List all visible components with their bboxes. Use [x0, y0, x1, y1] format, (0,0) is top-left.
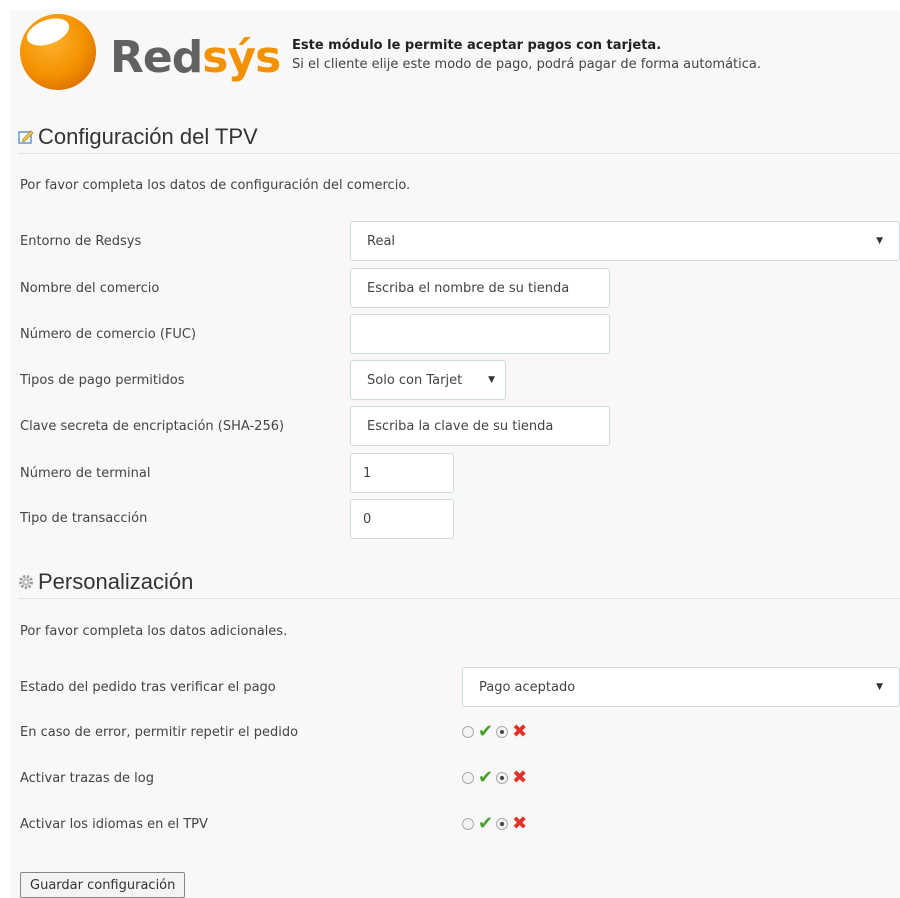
- chevron-down-icon: ▼: [876, 682, 883, 692]
- tpv-section-title: Configuración del TPV: [38, 123, 258, 149]
- order-state-label: Estado del pedido tras verificar el pago: [20, 680, 276, 695]
- tpv-languages-yes-radio[interactable]: [462, 818, 474, 830]
- chevron-down-icon: ▼: [876, 236, 883, 246]
- tpv-languages-no-radio[interactable]: [496, 818, 509, 830]
- edit-icon: [18, 129, 34, 144]
- retry-order-radios: ✔ ✖: [462, 723, 527, 741]
- log-traces-yes-radio[interactable]: [462, 772, 474, 784]
- secret-key-input[interactable]: Escriba la clave de su tienda: [350, 406, 610, 446]
- log-traces-no-radio[interactable]: [496, 772, 509, 784]
- intro-title: Este módulo le permite aceptar pagos con…: [292, 38, 662, 53]
- logo-text-red: Red: [110, 32, 203, 83]
- cross-icon: ✖: [512, 813, 528, 834]
- secret-key-placeholder: Escriba la clave de su tienda: [367, 418, 554, 434]
- payment-types-label: Tipos de pago permitidos: [20, 373, 185, 388]
- store-name-placeholder: Escriba el nombre de su tienda: [367, 280, 570, 296]
- log-traces-label: Activar trazas de log: [20, 771, 154, 786]
- check-icon: ✔: [478, 721, 494, 742]
- tpv-section-heading: Configuración del TPV: [18, 120, 900, 154]
- cross-icon: ✖: [512, 767, 528, 788]
- chevron-down-icon: ▼: [488, 375, 495, 385]
- store-name-label: Nombre del comercio: [20, 281, 160, 296]
- save-config-button[interactable]: Guardar configuración: [20, 872, 186, 898]
- transaction-type-input[interactable]: 0: [350, 499, 454, 539]
- intro: Este módulo le permite aceptar pagos con…: [292, 36, 761, 74]
- transaction-type-value: 0: [363, 511, 372, 527]
- tpv-section-description: Por favor completa los datos de configur…: [20, 178, 411, 193]
- environment-select-value: Real: [367, 233, 396, 249]
- terminal-number-value: 1: [363, 465, 372, 481]
- retry-order-yes-radio[interactable]: [462, 726, 474, 738]
- custom-section-heading: Personalización: [18, 565, 900, 599]
- check-icon: ✔: [478, 767, 494, 788]
- retry-order-no-radio[interactable]: [496, 726, 509, 738]
- order-state-value: Pago aceptado: [479, 679, 576, 695]
- payment-types-value: Solo con Tarjet: [367, 372, 463, 388]
- intro-text: Si el cliente elije este modo de pago, p…: [292, 57, 762, 72]
- secret-key-label: Clave secreta de encriptación (SHA-256): [20, 419, 285, 434]
- store-name-input[interactable]: Escriba el nombre de su tienda: [350, 268, 610, 308]
- retry-order-label: En caso de error, permitir repetir el pe…: [20, 725, 299, 740]
- order-state-select[interactable]: Pago aceptado ▼: [462, 667, 900, 707]
- payment-types-select[interactable]: Solo con Tarjet ▼: [350, 360, 506, 400]
- tpv-languages-radios: ✔ ✖: [462, 815, 527, 833]
- cross-icon: ✖: [512, 721, 528, 742]
- merchant-number-input[interactable]: [350, 314, 610, 354]
- module-config-page: Redsýs Este módulo le permite aceptar pa…: [10, 10, 900, 898]
- terminal-number-input[interactable]: 1: [350, 453, 454, 493]
- environment-label: Entorno de Redsys: [20, 234, 142, 249]
- terminal-number-label: Número de terminal: [20, 466, 151, 481]
- redsys-logo-ball-icon: [20, 14, 96, 90]
- environment-select[interactable]: Real ▼: [350, 221, 900, 261]
- logo-text-sys: sýs: [202, 32, 281, 83]
- custom-section-description: Por favor completa los datos adicionales…: [20, 624, 288, 639]
- check-icon: ✔: [478, 813, 494, 834]
- merchant-number-label: Número de comercio (FUC): [20, 327, 197, 342]
- tpv-languages-label: Activar los idiomas en el TPV: [20, 817, 208, 832]
- transaction-type-label: Tipo de transacción: [20, 511, 148, 526]
- custom-section-title: Personalización: [38, 568, 194, 594]
- redsys-logo: Redsýs: [18, 12, 281, 94]
- gear-icon: [19, 574, 33, 589]
- log-traces-radios: ✔ ✖: [462, 769, 527, 787]
- redsys-logo-text: Redsýs: [110, 36, 281, 80]
